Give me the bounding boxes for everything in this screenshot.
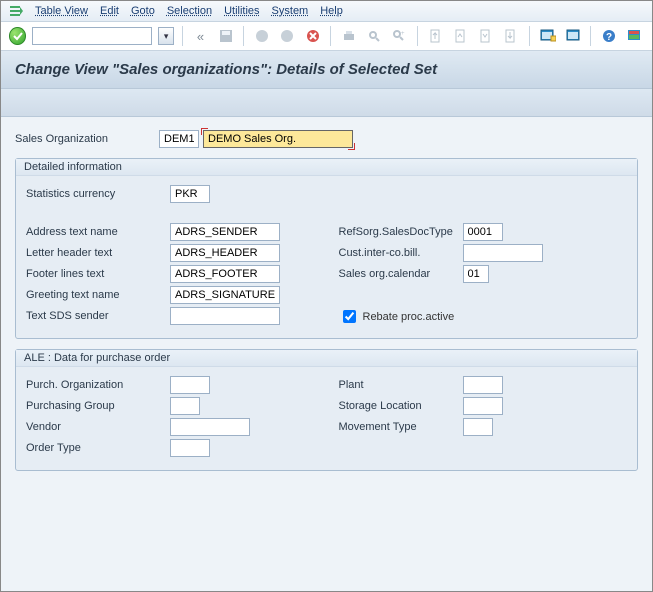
ale-title: ALE : Data for purchase order (16, 350, 637, 367)
salescal-label: Sales org.calendar (339, 268, 459, 280)
movetype-label: Movement Type (339, 421, 459, 433)
ordertype-label: Order Type (26, 442, 166, 454)
footer-field[interactable] (170, 265, 280, 283)
print-icon (339, 26, 358, 46)
find-icon (364, 26, 383, 46)
ordertype-field[interactable] (170, 439, 210, 457)
save-icon (216, 26, 235, 46)
footer-label: Footer lines text (26, 268, 166, 280)
help-icon[interactable]: ? (599, 26, 618, 46)
menu-selection[interactable]: Selection (167, 5, 212, 17)
letter-label: Letter header text (26, 247, 166, 259)
new-session-icon[interactable] (538, 26, 557, 46)
sales-org-label: Sales Organization (15, 133, 155, 145)
greet-field[interactable] (170, 286, 280, 304)
addr-field[interactable] (170, 223, 280, 241)
sales-org-code[interactable] (159, 130, 199, 148)
layout-icon[interactable] (563, 26, 582, 46)
ale-right-col: Plant Storage Location Movement Type (339, 373, 628, 460)
storloc-label: Storage Location (339, 400, 459, 412)
purchorg-label: Purch. Organization (26, 379, 166, 391)
menubar: Table View Edit Goto Selection Utilities… (1, 1, 652, 22)
toolbar: ▾ « + (1, 22, 652, 51)
letter-field[interactable] (170, 244, 280, 262)
find-next-icon: + (390, 26, 409, 46)
next-page-icon (476, 26, 495, 46)
content-area: Change View "Sales organizations": Detai… (1, 51, 652, 591)
ale-group: ALE : Data for purchase order Purch. Org… (15, 349, 638, 471)
detailed-info-title: Detailed information (16, 159, 637, 176)
form-area: Sales Organization Detailed information … (1, 117, 652, 481)
stats-currency-field[interactable] (170, 185, 210, 203)
ale-left-col: Purch. Organization Purchasing Group Ven… (26, 373, 315, 460)
purchorg-field[interactable] (170, 376, 210, 394)
command-field[interactable] (32, 27, 152, 45)
command-dropdown-icon[interactable]: ▾ (158, 27, 173, 45)
sds-field[interactable] (170, 307, 280, 325)
stats-currency-label: Statistics currency (26, 188, 166, 200)
back-icon[interactable]: « (191, 26, 210, 46)
greet-label: Greeting text name (26, 289, 166, 301)
purchgrp-label: Purchasing Group (26, 400, 166, 412)
app-toolbar (1, 89, 652, 117)
plant-field[interactable] (463, 376, 503, 394)
purchgrp-field[interactable] (170, 397, 200, 415)
menu-goto[interactable]: Goto (131, 5, 155, 17)
sap-window: Table View Edit Goto Selection Utilities… (0, 0, 653, 592)
page-title: Change View "Sales organizations": Detai… (1, 51, 652, 89)
prev-page-icon (451, 26, 470, 46)
detailed-info-group: Detailed information Statistics currency… (15, 158, 638, 339)
addr-label: Address text name (26, 226, 166, 238)
first-page-icon (426, 26, 445, 46)
refsorg-field[interactable] (463, 223, 503, 241)
rebate-label: Rebate proc.active (363, 311, 455, 323)
custinter-field[interactable] (463, 244, 543, 262)
customize-icon[interactable] (625, 26, 644, 46)
refsorg-label: RefSorg.SalesDocType (339, 226, 459, 238)
storloc-field[interactable] (463, 397, 503, 415)
rebate-checkbox[interactable] (343, 310, 356, 323)
menu-edit[interactable]: Edit (100, 5, 119, 17)
vendor-label: Vendor (26, 421, 166, 433)
menu-help[interactable]: Help (320, 5, 343, 17)
menu-utilities[interactable]: Utilities (224, 5, 259, 17)
sds-label: Text SDS sender (26, 310, 166, 322)
svg-text:+: + (401, 31, 405, 37)
custinter-label: Cust.inter-co.bill. (339, 247, 459, 259)
menu-icon[interactable] (9, 4, 23, 18)
exit-nav-icon (278, 26, 297, 46)
vendor-field[interactable] (170, 418, 250, 436)
salescal-field[interactable] (463, 265, 489, 283)
menu-system[interactable]: System (272, 5, 309, 17)
cancel-icon[interactable] (303, 26, 322, 46)
sales-org-name-wrap (203, 130, 353, 148)
back-nav-icon (252, 26, 271, 46)
enter-icon[interactable] (9, 27, 26, 45)
sales-org-row: Sales Organization (15, 130, 638, 148)
plant-label: Plant (339, 379, 459, 391)
sales-org-name[interactable] (203, 130, 353, 148)
menu-table-view[interactable]: Table View (35, 5, 88, 17)
detail-left-col: Address text name Letter header text Foo… (26, 220, 315, 328)
detail-right-col: RefSorg.SalesDocType Cust.inter-co.bill.… (339, 220, 628, 328)
movetype-field[interactable] (463, 418, 493, 436)
svg-text:?: ? (606, 32, 612, 43)
last-page-icon (502, 26, 521, 46)
